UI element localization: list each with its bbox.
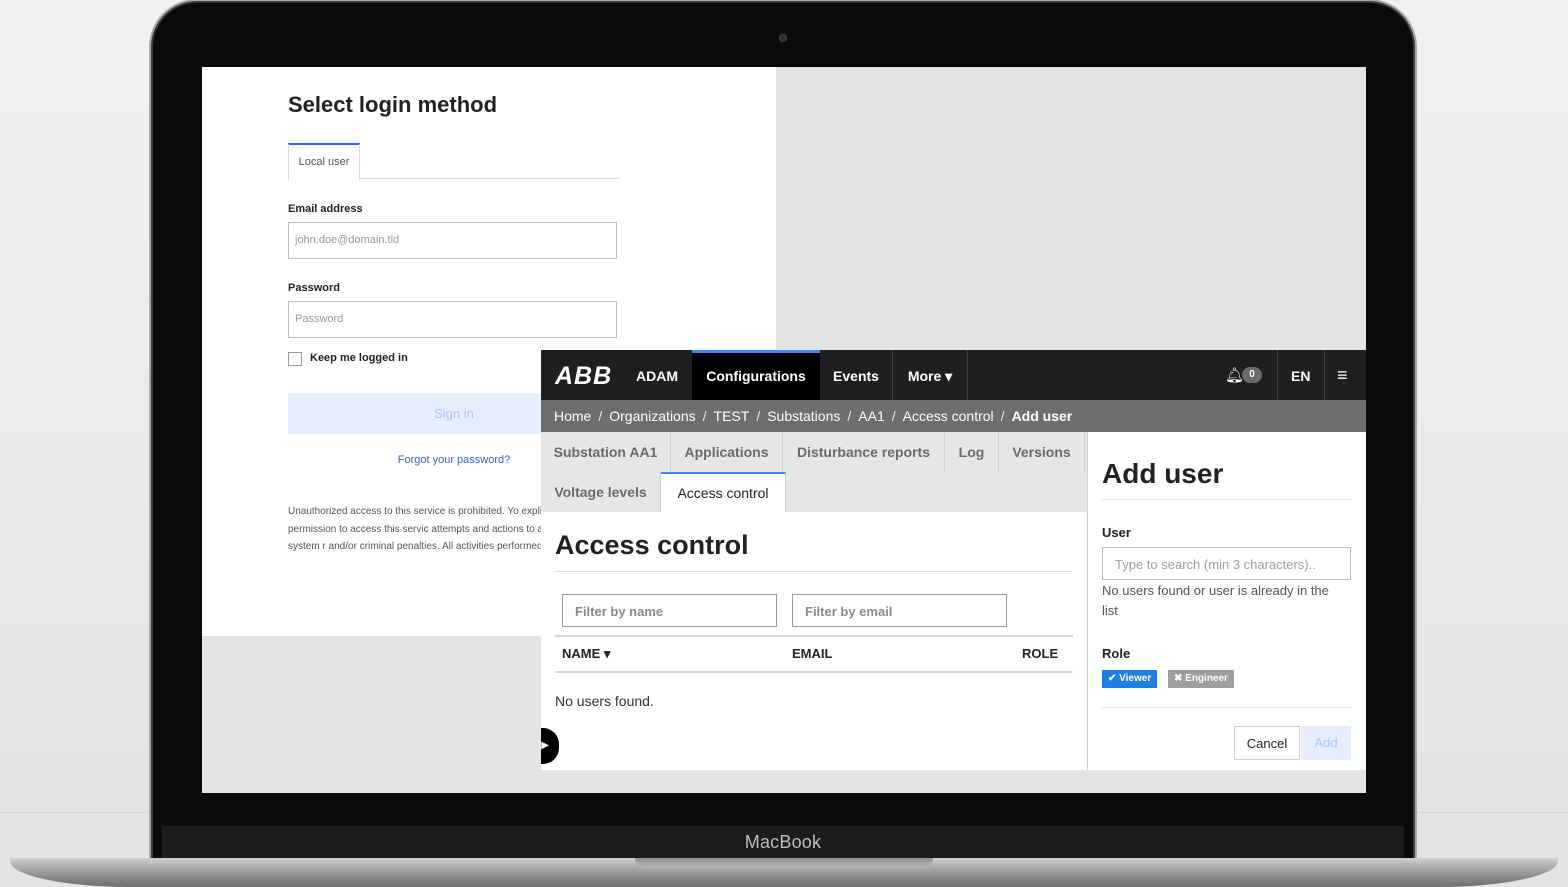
expand-panel-toggle[interactable]: ▶ xyxy=(541,728,559,764)
add-button[interactable]: Add xyxy=(1301,726,1351,760)
table-header-bottom-rule xyxy=(555,671,1073,673)
cancel-button[interactable]: Cancel xyxy=(1234,726,1300,760)
empty-table-message: No users found. xyxy=(555,693,654,709)
role-rule xyxy=(1102,707,1351,708)
nav-separator xyxy=(967,350,968,400)
nav-separator xyxy=(1277,350,1278,400)
breadcrumb: Home / Organizations / TEST / Substations / AA1/… xyxy=(541,400,1366,432)
role-label: Role xyxy=(1102,646,1131,661)
nav-events[interactable]: Events xyxy=(820,350,892,400)
breadcrumb-home[interactable]: Home xyxy=(554,408,591,424)
language-selector[interactable]: EN xyxy=(1291,350,1310,402)
nav-separator xyxy=(1324,350,1325,400)
page-title: Access control xyxy=(555,530,749,560)
breadcrumb-substations[interactable]: Substations xyxy=(767,408,840,424)
tab-log[interactable]: Log xyxy=(945,432,999,472)
breadcrumb-access-control[interactable]: Access control xyxy=(903,408,994,424)
device-brand: MacBook xyxy=(744,832,822,852)
column-header-email: EMAIL xyxy=(792,646,833,661)
password-label: Password xyxy=(288,282,340,294)
notification-count-badge: 0 xyxy=(1242,367,1262,383)
user-search-hint: No users found or user is already in the… xyxy=(1102,583,1329,618)
top-navbar: ABB ADAM Configurations Events More ▾ 🔔︎… xyxy=(541,350,1366,400)
camera-icon xyxy=(779,34,787,42)
column-header-role: ROLE xyxy=(1022,646,1059,661)
keep-logged-in-label: Keep me logged in xyxy=(310,352,408,364)
role-engineer-chip[interactable]: ✖ Engineer xyxy=(1168,670,1234,688)
email-field[interactable]: john.doe@domain.tld xyxy=(288,222,617,259)
tab-disturbance-reports[interactable]: Disturbance reports xyxy=(783,432,945,472)
title-divider xyxy=(555,571,1073,572)
tab-voltage-levels[interactable]: Voltage levels xyxy=(541,472,661,512)
tab-substation-aa1[interactable]: Substation AA1 xyxy=(541,432,671,472)
add-user-title-rule xyxy=(1102,499,1351,500)
tab-local-user[interactable]: Local user xyxy=(288,143,360,180)
chevron-right-icon: ▶ xyxy=(541,740,549,751)
hamburger-menu-icon[interactable]: ≡ xyxy=(1337,350,1348,400)
nav-more-dropdown[interactable]: More ▾ xyxy=(893,350,967,400)
password-field[interactable]: Password xyxy=(288,301,617,338)
filter-email-input[interactable]: Filter by email xyxy=(792,594,1007,627)
user-label: User xyxy=(1102,525,1131,540)
breadcrumb-current: Add user xyxy=(1011,408,1073,424)
laptop-chin: MacBook xyxy=(162,826,1404,858)
tab-versions[interactable]: Versions xyxy=(999,432,1085,472)
column-header-name[interactable]: NAME ▾ xyxy=(562,646,610,662)
tab-access-control[interactable]: Access control xyxy=(661,472,786,512)
substation-tabs: Substation AA1 Applications Disturbance … xyxy=(541,432,1087,512)
breadcrumb-aa1[interactable]: AA1 xyxy=(858,408,884,424)
abb-logo[interactable]: ABB xyxy=(555,362,612,391)
user-search-input[interactable]: Type to search (min 3 characters).. xyxy=(1102,547,1351,580)
abb-app-window: ABB ADAM Configurations Events More ▾ 🔔︎… xyxy=(541,350,1366,770)
keep-logged-in-checkbox[interactable] xyxy=(288,352,302,366)
add-user-title: Add user xyxy=(1102,458,1224,489)
breadcrumb-organizations[interactable]: Organizations xyxy=(609,408,695,424)
add-user-panel: Add user User Type to search (min 3 char… xyxy=(1088,432,1366,770)
login-title: Select login method xyxy=(288,92,498,117)
nav-configurations[interactable]: Configurations xyxy=(692,350,820,400)
filter-name-input[interactable]: Filter by name xyxy=(562,594,777,627)
laptop-notch xyxy=(635,858,933,868)
nav-adam[interactable]: ADAM xyxy=(623,350,691,400)
breadcrumb-test[interactable]: TEST xyxy=(714,408,750,424)
screen: Select login method Local user Email add… xyxy=(202,67,1366,793)
table-header-top-rule xyxy=(555,635,1073,637)
role-viewer-chip[interactable]: ✔ Viewer xyxy=(1102,670,1158,688)
email-label: Email address xyxy=(288,203,363,215)
tab-applications[interactable]: Applications xyxy=(671,432,783,472)
